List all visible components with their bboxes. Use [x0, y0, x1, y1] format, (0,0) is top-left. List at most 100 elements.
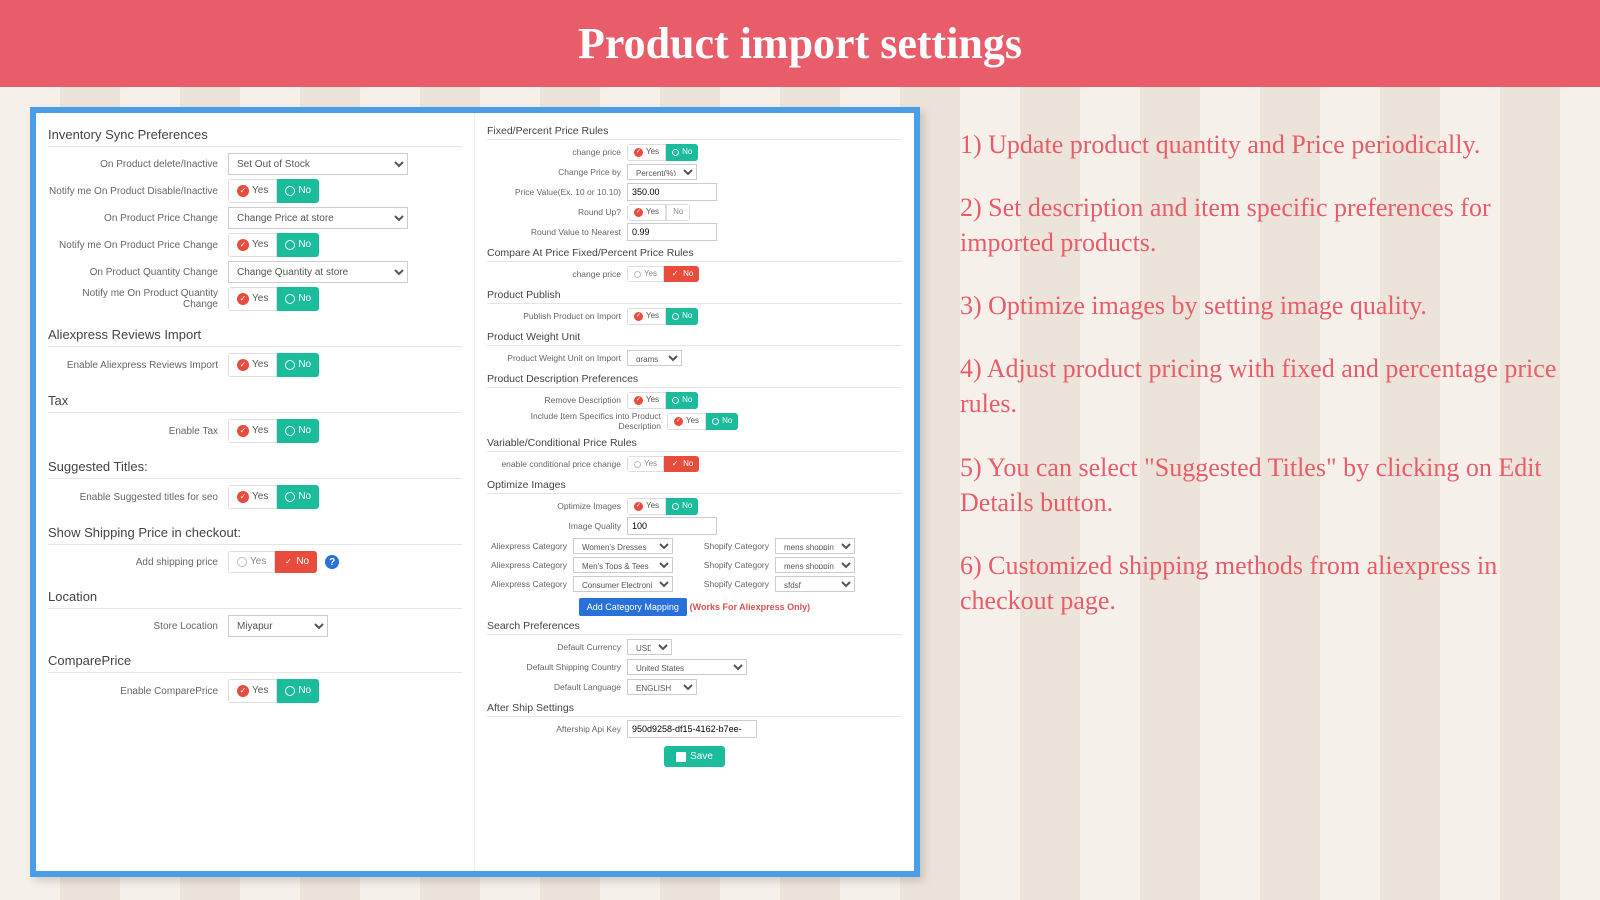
quality-input[interactable] — [627, 517, 717, 535]
circle-icon — [672, 503, 679, 510]
notify-price-toggle[interactable]: ✓Yes No — [228, 233, 319, 257]
round-toggle[interactable]: ✓Yes No — [627, 204, 690, 221]
weight-title: Product Weight Unit — [487, 327, 902, 346]
settings-panel: Inventory Sync Preferences On Product de… — [30, 107, 920, 877]
help-icon[interactable]: ? — [325, 555, 339, 569]
aftership-title: After Ship Settings — [487, 698, 902, 717]
ali-cat-select-3[interactable]: Consumer Electronics — [573, 576, 673, 592]
change-by-select[interactable]: Percent(%) — [627, 164, 697, 180]
check-icon: ✓ — [237, 293, 249, 305]
shop-cat-select-2[interactable]: mens shopping — [775, 557, 855, 573]
variable-title: Variable/Conditional Price Rules — [487, 433, 902, 452]
circle-icon — [672, 313, 679, 320]
country-select[interactable]: United States — [627, 659, 747, 675]
category-row: Aliexpress Category Men's Tops & Tees Sh… — [487, 557, 902, 573]
check-icon: ✓ — [237, 491, 249, 503]
on-delete-select[interactable]: Set Out of Stock — [228, 153, 408, 175]
check-icon: ✓ — [670, 459, 680, 469]
lang-select[interactable]: ENGLISH — [627, 679, 697, 695]
check-icon: ✓ — [634, 396, 643, 405]
check-icon: ✓ — [634, 312, 643, 321]
add-category-mapping-button[interactable]: Add Category Mapping — [579, 598, 687, 616]
aftership-input[interactable] — [627, 720, 757, 738]
inventory-sync-title: Inventory Sync Preferences — [48, 121, 462, 147]
main-content: Inventory Sync Preferences On Product de… — [0, 87, 1600, 897]
shop-cat-select-3[interactable]: sfdsf — [775, 576, 855, 592]
tax-toggle[interactable]: ✓Yes No — [228, 419, 319, 443]
remove-desc-toggle[interactable]: ✓Yes No — [627, 392, 698, 409]
circle-icon — [672, 397, 679, 404]
check-icon: ✓ — [237, 425, 249, 437]
note-6: 6) Customized shipping methods from alie… — [960, 548, 1560, 618]
category-row: Aliexpress Category Consumer Electronics… — [487, 576, 902, 592]
shipping-add-label: Add shipping price — [48, 557, 228, 568]
note-3: 3) Optimize images by setting image qual… — [960, 288, 1560, 323]
on-qty-select[interactable]: Change Quantity at store — [228, 261, 408, 283]
weight-select[interactable]: grams — [627, 350, 682, 366]
publish-label: Publish Product on Import — [487, 311, 627, 321]
titles-enable-label: Enable Suggested titles for seo — [48, 492, 228, 503]
check-icon: ✓ — [634, 148, 643, 157]
shipping-toggle[interactable]: Yes ✓No — [228, 551, 317, 573]
save-button[interactable]: Save — [664, 746, 725, 767]
settings-right-column: Fixed/Percent Price Rules change price ✓… — [475, 113, 914, 871]
country-label: Default Shipping Country — [487, 662, 627, 672]
ali-cat-select-1[interactable]: Women's Dresses — [573, 538, 673, 554]
titles-toggle[interactable]: ✓Yes No — [228, 485, 319, 509]
page-header: Product import settings — [0, 0, 1600, 87]
round-nearest-input[interactable] — [627, 223, 717, 241]
opt-images-label: Optimize Images — [487, 501, 627, 511]
reviews-enable-label: Enable Aliexpress Reviews Import — [48, 360, 228, 371]
compare-change-toggle[interactable]: Yes ✓No — [627, 266, 699, 282]
aliexpress-only-warning: (Works For Aliexpress Only) — [690, 602, 811, 612]
publish-toggle[interactable]: ✓Yes No — [627, 308, 698, 325]
remove-desc-label: Remove Description — [487, 395, 627, 405]
check-icon: ✓ — [283, 557, 293, 567]
price-value-input[interactable] — [627, 183, 717, 201]
circle-icon — [285, 686, 295, 696]
notify-disable-toggle[interactable]: ✓Yes No — [228, 179, 319, 203]
circle-icon — [712, 418, 719, 425]
compare-toggle[interactable]: ✓Yes No — [228, 679, 319, 703]
note-2: 2) Set description and item specific pre… — [960, 190, 1560, 260]
circle-icon — [285, 240, 295, 250]
shop-cat-select-1[interactable]: mens shopping — [775, 538, 855, 554]
fixed-rules-title: Fixed/Percent Price Rules — [487, 121, 902, 140]
notify-qty-toggle[interactable]: ✓Yes No — [228, 287, 319, 311]
round-label: Round Up? — [487, 207, 627, 217]
store-location-label: Store Location — [48, 621, 228, 632]
compare-change-label: change price — [487, 269, 627, 279]
variable-label: enable conditional price change — [487, 459, 627, 469]
on-qty-label: On Product Quantity Change — [48, 267, 228, 278]
price-value-label: Price Value(Ex. 10 or 10.10) — [487, 187, 627, 197]
location-title: Location — [48, 583, 462, 609]
circle-icon — [237, 557, 247, 567]
variable-toggle[interactable]: Yes ✓No — [627, 456, 699, 472]
opt-images-toggle[interactable]: ✓Yes No — [627, 498, 698, 515]
include-desc-toggle[interactable]: ✓Yes No — [667, 413, 738, 430]
notify-disable-label: Notify me On Product Disable/Inactive — [48, 186, 228, 197]
currency-label: Default Currency — [487, 642, 627, 652]
on-price-label: On Product Price Change — [48, 213, 228, 224]
reviews-toggle[interactable]: ✓Yes No — [228, 353, 319, 377]
desc-title: Product Description Preferences — [487, 369, 902, 388]
notify-price-label: Notify me On Product Price Change — [48, 240, 228, 251]
check-icon: ✓ — [237, 185, 249, 197]
circle-icon — [285, 186, 295, 196]
currency-select[interactable]: USD — [627, 639, 672, 655]
note-4: 4) Adjust product pricing with fixed and… — [960, 351, 1560, 421]
store-location-select[interactable]: Miyapur — [228, 615, 328, 637]
circle-icon — [285, 294, 295, 304]
change-price-toggle[interactable]: ✓Yes No — [627, 144, 698, 161]
circle-icon — [634, 461, 641, 468]
on-price-select[interactable]: Change Price at store — [228, 207, 408, 229]
check-icon: ✓ — [670, 269, 680, 279]
feature-notes: 1) Update product quantity and Price per… — [950, 107, 1570, 877]
notify-qty-label: Notify me On Product Quantity Change — [48, 288, 228, 310]
note-1: 1) Update product quantity and Price per… — [960, 127, 1560, 162]
note-5: 5) You can select "Suggested Titles" by … — [960, 450, 1560, 520]
ali-cat-select-2[interactable]: Men's Tops & Tees — [573, 557, 673, 573]
titles-section: Suggested Titles: — [48, 453, 462, 479]
change-by-label: Change Price by — [487, 167, 627, 177]
check-icon: ✓ — [634, 208, 643, 217]
